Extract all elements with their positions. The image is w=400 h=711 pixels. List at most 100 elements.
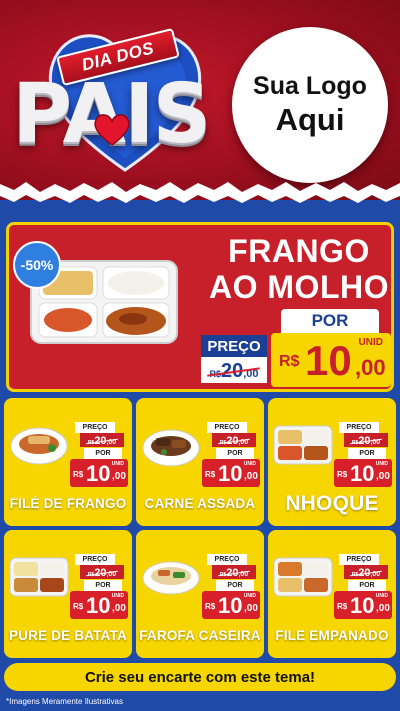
- new-price-decimal: ,00: [244, 471, 258, 482]
- new-price-unit: UNID: [375, 593, 388, 599]
- new-price: UNID R$ 10,00: [334, 459, 392, 487]
- old-price-decimal: ,00: [238, 439, 249, 446]
- preco-label: PREÇO: [207, 422, 247, 433]
- new-price-integer: 10: [350, 593, 375, 618]
- new-price: UNID R$ 10,00: [202, 591, 260, 619]
- old-price-integer: 20: [226, 567, 239, 579]
- old-price: R$ 20,00: [80, 565, 124, 579]
- preco-label: PREÇO: [339, 422, 379, 433]
- new-price-integer: 10: [305, 337, 352, 384]
- product-name: FILÉ DE FRANGO: [9, 496, 127, 511]
- new-price: UNID R$ 10,00: [202, 459, 260, 487]
- create-flyer-button[interactable]: Crie seu encarte com este tema!: [4, 663, 396, 691]
- food-image: [142, 561, 200, 595]
- new-price-decimal: ,00: [244, 603, 258, 614]
- old-price-integer: 20: [94, 567, 107, 579]
- product-card[interactable]: PREÇO R$ 20,00 POR UNID R$ 10,00 PURE DE BATATA: [4, 530, 132, 658]
- new-price-integer: 10: [86, 593, 111, 618]
- product-name: FILE EMPANADO: [275, 628, 389, 643]
- food-image: [142, 429, 200, 467]
- old-price: R$ 20,00: [344, 433, 388, 447]
- product-card[interactable]: PREÇO R$ 20,00 POR UNID R$ 10,00 FILÉ DE FRANGO: [4, 398, 132, 526]
- old-price-decimal: ,00: [370, 571, 381, 578]
- old-price-integer: 20: [94, 435, 107, 447]
- old-price-currency: R$: [209, 369, 221, 379]
- new-price-integer: 10: [218, 461, 243, 486]
- new-price: UNID R$ 10,00: [334, 591, 392, 619]
- featured-title-line1: FRANGO: [228, 233, 370, 269]
- logo-placeholder[interactable]: Sua Logo Aqui: [232, 27, 388, 183]
- old-price: R$ 20,00: [212, 433, 256, 447]
- product-card[interactable]: PREÇO R$ 20,00 POR UNID R$ 10,00 FILE EMPANADO: [268, 530, 396, 658]
- product-card[interactable]: PREÇO R$ 20,00 POR UNID R$ 10,00 CARNE ASSADA: [136, 398, 264, 526]
- new-price-unit: UNID: [111, 461, 124, 467]
- por-label: POR: [216, 580, 254, 591]
- new-price-decimal: ,00: [112, 603, 126, 614]
- new-price-decimal: ,00: [376, 603, 390, 614]
- featured-title-line2: AO MOLHO: [209, 269, 389, 305]
- logo-text-line1: Sua Logo: [253, 72, 367, 100]
- new-price-integer: 10: [218, 593, 243, 618]
- new-price-currency: R$: [337, 470, 348, 479]
- torn-paper-divider: [0, 182, 400, 203]
- new-price-currency: R$: [205, 602, 216, 611]
- por-label: POR: [216, 448, 254, 459]
- product-card[interactable]: PREÇO R$ 20,00 POR UNID R$ 10,00 NHOQUE: [268, 398, 396, 526]
- new-price: UNID R$ 10 ,00: [271, 333, 391, 387]
- por-label: POR: [281, 309, 379, 333]
- product-name: NHOQUE: [285, 492, 379, 515]
- old-price-decimal: ,00: [238, 571, 249, 578]
- new-price-unit: UNID: [243, 593, 256, 599]
- food-image: [273, 425, 333, 465]
- preco-label: PREÇO: [75, 422, 115, 433]
- product-card[interactable]: PREÇO R$ 20,00 POR UNID R$ 10,00 FAROFA CASEIRA: [136, 530, 264, 658]
- new-price-decimal: ,00: [376, 471, 390, 482]
- old-price: R$ 20,00: [212, 565, 256, 579]
- old-price-decimal: ,00: [106, 439, 117, 446]
- discount-badge: -50%: [13, 241, 61, 289]
- new-price: UNID R$ 10,00: [70, 591, 128, 619]
- old-price: R$ 20 ,00: [201, 357, 267, 383]
- preco-label: PREÇO: [75, 554, 115, 565]
- old-price-decimal: ,00: [106, 571, 117, 578]
- new-price-unit: UNID: [243, 461, 256, 467]
- preco-label: PREÇO: [201, 335, 267, 357]
- new-price: UNID R$ 10,00: [70, 459, 128, 487]
- featured-title: FRANGO AO MOLHO: [204, 233, 394, 305]
- new-price-integer: 10: [350, 461, 375, 486]
- new-price-currency: R$: [279, 353, 300, 370]
- new-price-currency: R$: [73, 602, 84, 611]
- old-price: R$ 20,00: [344, 565, 388, 579]
- new-price-decimal: ,00: [112, 471, 126, 482]
- product-name: PURE DE BATATA: [8, 628, 128, 643]
- preco-label: PREÇO: [207, 554, 247, 565]
- new-price-currency: R$: [73, 470, 84, 479]
- new-price-decimal: ,00: [355, 355, 386, 380]
- por-label: POR: [348, 580, 386, 591]
- new-price-unit: UNID: [358, 337, 383, 348]
- old-price-integer: 20: [358, 435, 371, 447]
- logo-text-line2: Aqui: [275, 102, 345, 137]
- new-price-unit: UNID: [111, 593, 124, 599]
- new-price-integer: 10: [86, 461, 111, 486]
- old-price-decimal: ,00: [370, 439, 381, 446]
- por-label: POR: [348, 448, 386, 459]
- old-price-integer: 20: [358, 567, 371, 579]
- new-price-currency: R$: [205, 470, 216, 479]
- por-label: POR: [84, 448, 122, 459]
- new-price-unit: UNID: [375, 461, 388, 467]
- food-image: [9, 557, 69, 597]
- header-banner: DIA DOS PAIS Sua Logo Aqui: [0, 0, 400, 200]
- old-price: R$ 20,00: [80, 433, 124, 447]
- food-image: [10, 427, 68, 465]
- product-name: CARNE ASSADA: [144, 496, 256, 511]
- old-price-integer: 20: [220, 360, 244, 382]
- heart-icon: [94, 114, 130, 146]
- por-label: POR: [84, 580, 122, 591]
- preco-label: PREÇO: [339, 554, 379, 565]
- old-price-decimal: ,00: [243, 368, 259, 380]
- food-image: [273, 557, 333, 597]
- featured-offer-card[interactable]: -50% FRANGO AO MOLHO POR PREÇO R$ 20 ,00…: [6, 222, 394, 392]
- new-price-currency: R$: [337, 602, 348, 611]
- product-name: FAROFA CASEIRA: [139, 628, 261, 643]
